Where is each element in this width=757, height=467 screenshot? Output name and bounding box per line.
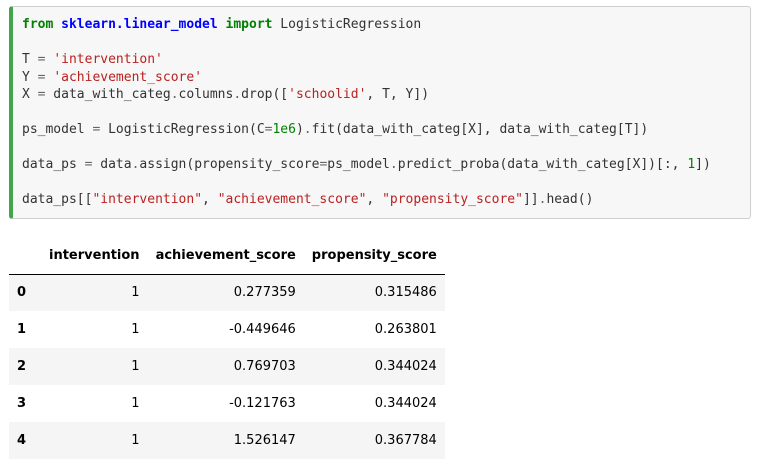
code-module-name: sklearn.linear_model	[61, 17, 218, 32]
code-number: 1e6	[272, 122, 296, 137]
cell-propensity-score: 0.263801	[374, 322, 437, 337]
row-index: 1	[17, 322, 27, 337]
table-row: 4 1 1.526147 0.367784	[9, 422, 445, 459]
code-string: "intervention"	[92, 192, 203, 207]
code-line: data_ps = data.assign(propensity_score=p…	[22, 156, 711, 174]
cell-intervention: 1	[131, 433, 140, 448]
code-text: data	[92, 157, 132, 172]
code-line: Y = 'achievement_score'	[22, 69, 711, 87]
code-cell[interactable]: from sklearn.linear_model import Logisti…	[9, 6, 751, 219]
code-string: 'schoolid'	[288, 87, 367, 102]
column-header-achievement-score: achievement_score	[147, 237, 304, 275]
row-index: 0	[17, 285, 27, 301]
code-text: ]]	[522, 192, 539, 207]
code-text: X	[22, 87, 38, 102]
code-operator: .	[233, 87, 242, 102]
code-text: assign(propensity_score	[139, 157, 320, 172]
code-text: ,	[202, 192, 218, 207]
cell-propensity-score: 0.315486	[374, 285, 437, 301]
cell-propensity-score: 0.344024	[374, 359, 437, 374]
cell-intervention: 1	[131, 396, 140, 411]
cell-intervention: 1	[131, 359, 140, 374]
code-line: ps_model = LogisticRegression(C=1e6).fit…	[22, 121, 711, 139]
code-text: LogisticRegression	[272, 17, 422, 32]
table-row: 1 1 -0.449646 0.263801	[9, 311, 445, 348]
code-text: drop([	[241, 87, 289, 102]
code-operator: .	[170, 87, 179, 102]
code-string: 'intervention'	[53, 52, 163, 67]
table-row: 0 1 0.277359 0.315486	[9, 274, 445, 311]
code-string: "propensity_score"	[382, 192, 523, 207]
code-editor[interactable]: from sklearn.linear_model import Logisti…	[22, 16, 711, 209]
code-text: ,	[366, 192, 383, 207]
table-row: 3 1 -0.121763 0.344024	[9, 385, 445, 422]
code-text: data_ps[[	[22, 192, 93, 207]
code-line: T = 'intervention'	[22, 51, 711, 69]
code-operator: .	[303, 122, 312, 137]
cell-achievement-score: 0.277359	[233, 285, 296, 301]
cell-propensity-score: 0.344024	[374, 396, 437, 411]
code-string: 'achievement_score'	[53, 69, 203, 85]
column-header-propensity-score: propensity_score	[303, 237, 445, 275]
cell-achievement-score: -0.449646	[229, 322, 296, 337]
code-text: ])	[695, 157, 711, 172]
cell-propensity-score: 0.367784	[374, 433, 437, 448]
header-row: intervention achievement_score propensit…	[9, 237, 445, 275]
row-index: 3	[17, 396, 27, 411]
code-text: , T, Y])	[366, 87, 430, 102]
table-body: 0 1 0.277359 0.315486 1 1 -0.449646 0.26…	[9, 274, 445, 459]
output-dataframe: intervention achievement_score propensit…	[9, 237, 445, 459]
table-header: intervention achievement_score propensit…	[9, 237, 445, 275]
code-text: T	[22, 52, 38, 67]
code-string: "achievement_score"	[217, 192, 367, 207]
code-text: LogisticRegression(C	[100, 122, 265, 137]
code-text: )	[295, 122, 304, 137]
code-text: predict_proba(data_with_categ[X])[:,	[397, 157, 688, 172]
code-text: data_ps	[22, 157, 85, 172]
code-text: ps_model	[22, 122, 93, 137]
code-text: ps_model	[327, 157, 390, 172]
cell-intervention: 1	[131, 322, 140, 337]
row-index: 2	[17, 359, 27, 374]
index-column-header	[9, 237, 41, 275]
cell-achievement-score: 0.769703	[233, 359, 296, 374]
code-text: data_with_categ	[45, 87, 171, 102]
code-keyword: from	[22, 17, 54, 32]
code-line: X = data_with_categ.columns.drop(['schoo…	[22, 86, 711, 104]
cell-achievement-score: -0.121763	[229, 396, 296, 411]
code-line: data_ps[["intervention", "achievement_sc…	[22, 191, 711, 209]
code-text: head()	[546, 192, 594, 207]
code-text: columns	[178, 87, 234, 102]
column-header-intervention: intervention	[41, 237, 148, 275]
table-row: 2 1 0.769703 0.344024	[9, 348, 445, 385]
cell-intervention: 1	[131, 285, 140, 301]
row-index: 4	[17, 433, 27, 448]
code-operator: .	[389, 157, 398, 172]
code-keyword: import	[225, 17, 273, 32]
code-line: from sklearn.linear_model import Logisti…	[22, 16, 711, 34]
code-text: fit(data_with_categ[X], data_with_categ[…	[311, 122, 649, 137]
code-text: Y	[22, 69, 38, 85]
cell-achievement-score: 1.526147	[233, 433, 296, 448]
code-number: 1	[687, 157, 696, 172]
